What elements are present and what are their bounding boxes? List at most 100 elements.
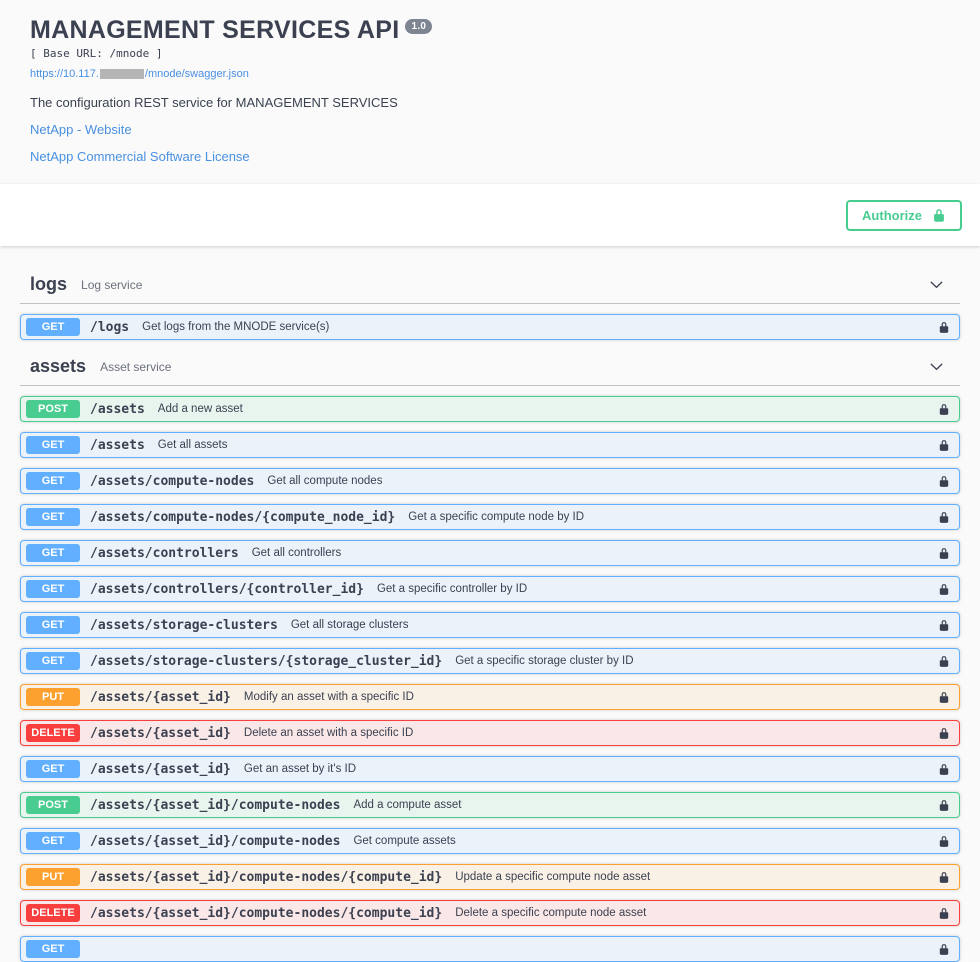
method-badge: GET: [26, 544, 80, 562]
page-title: MANAGEMENT SERVICES API 1.0: [30, 16, 950, 45]
operation-row[interactable]: GET /assets Get all assets: [20, 432, 960, 458]
method-badge: POST: [26, 796, 80, 814]
lock-icon[interactable]: [938, 762, 950, 777]
operation-row[interactable]: GET /assets/controllers Get all controll…: [20, 540, 960, 566]
operation-summary: Get a specific compute node by ID: [408, 511, 938, 523]
section-description: Log service: [81, 278, 929, 292]
operation-summary: Get all controllers: [252, 547, 938, 559]
section-operations: POST /assets Add a new asset GET /assets…: [20, 386, 960, 962]
operation-path: /logs: [90, 320, 129, 335]
operation-row[interactable]: GET /assets/storage-clusters/{storage_cl…: [20, 648, 960, 674]
operation-summary: Delete an asset with a specific ID: [244, 727, 938, 739]
lock-icon[interactable]: [938, 834, 950, 849]
method-badge: GET: [26, 616, 80, 634]
operation-path: /assets/controllers: [90, 546, 239, 561]
operation-row[interactable]: DELETE /assets/{asset_id} Delete an asse…: [20, 720, 960, 746]
method-badge: GET: [26, 318, 80, 336]
operation-summary: Get all storage clusters: [291, 619, 938, 631]
method-badge: PUT: [26, 688, 80, 706]
lock-icon[interactable]: [938, 546, 950, 561]
lock-icon[interactable]: [938, 474, 950, 489]
lock-icon[interactable]: [938, 582, 950, 597]
operation-summary: Update a specific compute node asset: [455, 871, 938, 883]
website-link[interactable]: NetApp - Website: [30, 122, 950, 137]
api-info-header: MANAGEMENT SERVICES API 1.0 [ Base URL: /…: [0, 0, 980, 172]
operation-row[interactable]: DELETE /assets/{asset_id}/compute-nodes/…: [20, 900, 960, 926]
operation-row[interactable]: GET /assets/storage-clusters Get all sto…: [20, 612, 960, 638]
base-url-label: [ Base URL: /mnode ]: [30, 47, 950, 60]
version-badge: 1.0: [405, 19, 432, 34]
operation-summary: Get compute assets: [353, 835, 938, 847]
method-badge: PUT: [26, 868, 80, 886]
operation-path: /assets/storage-clusters: [90, 618, 278, 633]
lock-icon[interactable]: [938, 510, 950, 525]
method-badge: GET: [26, 832, 80, 850]
lock-icon[interactable]: [938, 690, 950, 705]
method-badge: GET: [26, 436, 80, 454]
api-section: logs Log service GET /logs Get logs from…: [20, 268, 960, 340]
operation-summary: Get an asset by it's ID: [244, 763, 938, 775]
operation-row[interactable]: PUT /assets/{asset_id} Modify an asset w…: [20, 684, 960, 710]
operation-summary: Modify an asset with a specific ID: [244, 691, 938, 703]
lock-icon[interactable]: [938, 402, 950, 417]
section-title: assets: [30, 356, 86, 377]
section-description: Asset service: [100, 360, 929, 374]
operation-row[interactable]: PUT /assets/{asset_id}/compute-nodes/{co…: [20, 864, 960, 890]
operation-summary: Delete a specific compute node asset: [455, 907, 938, 919]
api-section: assets Asset service POST /assets Add a …: [20, 350, 960, 962]
operation-path: /assets/{asset_id}: [90, 726, 231, 741]
operation-summary: Add a new asset: [158, 403, 938, 415]
operation-path: /assets/{asset_id}: [90, 690, 231, 705]
lock-icon[interactable]: [938, 320, 950, 335]
operation-path: /assets/{asset_id}/compute-nodes/{comput…: [90, 906, 442, 921]
method-badge: GET: [26, 652, 80, 670]
lock-icon[interactable]: [938, 942, 950, 957]
operation-row[interactable]: GET: [20, 936, 960, 962]
chevron-down-icon[interactable]: [929, 277, 944, 292]
operation-path: /assets: [90, 438, 145, 453]
operation-summary: Get a specific controller by ID: [377, 583, 938, 595]
redacted-ip-block: [100, 69, 144, 79]
operation-row[interactable]: GET /assets/compute-nodes/{compute_node_…: [20, 504, 960, 530]
section-title: logs: [30, 274, 67, 295]
section-header[interactable]: logs Log service: [20, 268, 960, 304]
operation-row[interactable]: GET /assets/{asset_id} Get an asset by i…: [20, 756, 960, 782]
section-header[interactable]: assets Asset service: [20, 350, 960, 386]
method-badge: DELETE: [26, 724, 80, 742]
operation-summary: Get all compute nodes: [267, 475, 938, 487]
operation-row[interactable]: POST /assets/{asset_id}/compute-nodes Ad…: [20, 792, 960, 818]
section-operations: GET /logs Get logs from the MNODE servic…: [20, 304, 960, 340]
license-link[interactable]: NetApp Commercial Software License: [30, 149, 950, 164]
operation-path: /assets/controllers/{controller_id}: [90, 582, 364, 597]
lock-icon[interactable]: [938, 654, 950, 669]
operation-path: /assets/{asset_id}/compute-nodes: [90, 834, 340, 849]
operation-row[interactable]: POST /assets Add a new asset: [20, 396, 960, 422]
lock-icon[interactable]: [938, 438, 950, 453]
lock-icon[interactable]: [938, 870, 950, 885]
lock-icon[interactable]: [938, 798, 950, 813]
authorize-label: Authorize: [862, 208, 922, 223]
operation-row[interactable]: GET /assets/compute-nodes Get all comput…: [20, 468, 960, 494]
operation-path: /assets: [90, 402, 145, 417]
method-badge: GET: [26, 940, 80, 958]
operation-path: /assets/compute-nodes/{compute_node_id}: [90, 510, 395, 525]
operation-summary: Add a compute asset: [353, 799, 938, 811]
chevron-down-icon[interactable]: [929, 359, 944, 374]
operation-row[interactable]: GET /logs Get logs from the MNODE servic…: [20, 314, 960, 340]
operation-path: /assets/storage-clusters/{storage_cluste…: [90, 654, 442, 669]
lock-icon[interactable]: [938, 906, 950, 921]
method-badge: POST: [26, 400, 80, 418]
operation-path: /assets/{asset_id}: [90, 762, 231, 777]
scheme-container: Authorize: [0, 184, 980, 246]
method-badge: GET: [26, 580, 80, 598]
operation-row[interactable]: GET /assets/controllers/{controller_id} …: [20, 576, 960, 602]
operation-summary: Get a specific storage cluster by ID: [455, 655, 938, 667]
api-description: The configuration REST service for MANAG…: [30, 95, 950, 110]
operation-row[interactable]: GET /assets/{asset_id}/compute-nodes Get…: [20, 828, 960, 854]
lock-icon[interactable]: [938, 618, 950, 633]
lock-icon[interactable]: [938, 726, 950, 741]
authorize-button[interactable]: Authorize: [846, 200, 962, 231]
swagger-json-link[interactable]: https://10.117./mnode/swagger.json: [30, 68, 249, 80]
api-title-text: MANAGEMENT SERVICES API: [30, 16, 399, 44]
method-badge: GET: [26, 508, 80, 526]
